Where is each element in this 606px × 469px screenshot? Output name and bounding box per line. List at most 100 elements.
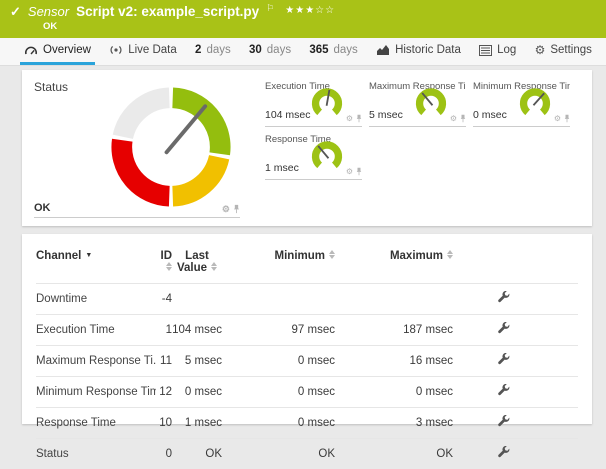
sort-icon[interactable] (166, 262, 172, 271)
gauge-card-response-time: Response Time 1 msec ⚙ (265, 134, 362, 180)
pin-icon[interactable] (356, 114, 362, 123)
pin-icon[interactable] (460, 114, 466, 123)
priority-stars[interactable]: ★★★☆☆ (285, 3, 335, 19)
channel-last-value: 0 msec (172, 377, 222, 408)
table-row: Downtime -4 (36, 284, 578, 315)
table-row: Execution Time 1 104 msec 97 msec 187 ms… (36, 315, 578, 346)
sort-icon[interactable] (329, 250, 335, 259)
channel-maximum: OK (335, 439, 453, 469)
flag-icon[interactable]: ⚐ (266, 0, 274, 16)
tab-settings[interactable]: ⚙ Settings (531, 38, 596, 65)
mini-gauge (310, 87, 344, 120)
tab-30-days[interactable]: 30 days (245, 38, 295, 65)
status-footer: OK ⚙ (34, 202, 240, 218)
channel-settings-wrench-icon[interactable] (497, 322, 510, 335)
channel-last-value (172, 284, 222, 315)
table-header-row: Channel▼ ID Last Value Minimum Maximum (36, 242, 578, 284)
column-header-channel[interactable]: Channel▼ (36, 242, 156, 284)
channel-last-value: 1 msec (172, 408, 222, 439)
pin-icon[interactable] (233, 204, 240, 214)
channel-id: 10 (156, 408, 172, 439)
channel-minimum: 0 msec (222, 408, 335, 439)
channel-name[interactable]: Minimum Response Time (36, 377, 156, 408)
channel-last-value: 5 msec (172, 346, 222, 377)
sensor-status-text: OK (43, 21, 596, 32)
channel-name[interactable]: Execution Time (36, 315, 156, 346)
channel-maximum (335, 284, 453, 315)
channel-maximum: 187 msec (335, 315, 453, 346)
gauge-card-maximum-response-time: Maximum Response Time 5 msec ⚙ (369, 81, 466, 127)
gauge-card-execution-time: Execution Time 104 msec ⚙ (265, 81, 362, 127)
column-header-actions (453, 242, 578, 284)
tab-2-days[interactable]: 2 days (191, 38, 235, 65)
gauge-value: 1 msec (265, 162, 299, 174)
tab-live-data[interactable]: Live Data (105, 38, 181, 65)
channels-panel: Channel▼ ID Last Value Minimum Maximum (22, 234, 592, 424)
mini-gauge (310, 140, 344, 173)
gauge-value: 104 msec (265, 109, 311, 121)
channel-name[interactable]: Maximum Response Ti... (36, 346, 156, 377)
sensor-title: Script v2: example_script.py (76, 4, 259, 20)
channel-settings-wrench-icon[interactable] (497, 353, 510, 366)
tab-365-days-number: 365 (309, 44, 328, 56)
table-row: Maximum Response Ti... 11 5 msec 0 msec … (36, 346, 578, 377)
gear-icon[interactable]: ⚙ (450, 115, 457, 123)
status-gauge-needle (167, 106, 206, 152)
tab-30-days-number: 30 (249, 44, 262, 56)
channel-maximum: 16 msec (335, 346, 453, 377)
object-kind-label: Sensor (28, 4, 69, 20)
tab-log-label: Log (497, 44, 516, 56)
channel-name[interactable]: Response Time (36, 408, 156, 439)
gear-icon[interactable]: ⚙ (346, 168, 353, 176)
donut-segment-warning (173, 157, 219, 196)
tab-overview[interactable]: Overview (20, 38, 95, 65)
channels-table: Channel▼ ID Last Value Minimum Maximum (36, 242, 578, 469)
column-header-minimum[interactable]: Minimum (222, 242, 335, 284)
mini-gauge (518, 87, 552, 120)
channel-id: 12 (156, 377, 172, 408)
channel-name[interactable]: Status (36, 439, 156, 469)
gear-icon[interactable]: ⚙ (346, 115, 353, 123)
column-header-last-value[interactable]: Last Value (172, 242, 222, 284)
channel-minimum: OK (222, 439, 335, 469)
donut-segment-up (173, 98, 220, 154)
tab-30-days-label: days (267, 44, 291, 56)
table-row: Minimum Response Time 12 0 msec 0 msec 0… (36, 377, 578, 408)
channel-name[interactable]: Downtime (36, 284, 156, 315)
sort-icon[interactable] (447, 250, 453, 259)
channel-minimum: 0 msec (222, 377, 335, 408)
channel-settings-wrench-icon[interactable] (497, 415, 510, 428)
status-check-icon: ✓ (10, 4, 21, 20)
table-row: Response Time 10 1 msec 0 msec 3 msec (36, 408, 578, 439)
channel-settings-wrench-icon[interactable] (497, 291, 510, 304)
tab-historic-data-label: Historic Data (395, 44, 461, 56)
log-list-icon (479, 45, 492, 56)
tab-log[interactable]: Log (475, 38, 520, 65)
sensor-header-bar: ✓ Sensor Script v2: example_script.py ⚐ … (0, 0, 606, 38)
table-row: Status 0 OK OK OK (36, 439, 578, 469)
status-gauge-card: Status OK ⚙ (34, 78, 234, 218)
sort-icon[interactable] (211, 262, 217, 271)
pin-icon[interactable] (564, 114, 570, 123)
channel-minimum: 97 msec (222, 315, 335, 346)
channel-maximum: 3 msec (335, 408, 453, 439)
gauges-panel: Status OK ⚙ (22, 70, 592, 226)
tab-historic-data[interactable]: Historic Data (372, 38, 465, 65)
live-signal-icon (109, 44, 123, 56)
gauge-icon (24, 44, 38, 56)
tab-365-days[interactable]: 365 days (305, 38, 361, 65)
tab-overview-label: Overview (43, 44, 91, 56)
pin-icon[interactable] (356, 167, 362, 176)
gear-icon[interactable]: ⚙ (554, 115, 561, 123)
channel-settings-wrench-icon[interactable] (497, 446, 510, 459)
status-donut-gauge (108, 84, 234, 210)
gear-icon[interactable]: ⚙ (222, 205, 230, 214)
channel-id: 1 (156, 315, 172, 346)
channel-settings-wrench-icon[interactable] (497, 384, 510, 397)
column-header-maximum[interactable]: Maximum (335, 242, 453, 284)
tab-bar: Overview Live Data 2 days 30 days 365 da… (0, 38, 606, 66)
chart-icon (376, 44, 390, 56)
column-header-id[interactable]: ID (156, 242, 172, 284)
donut-segment-none (123, 98, 169, 137)
channel-maximum: 0 msec (335, 377, 453, 408)
